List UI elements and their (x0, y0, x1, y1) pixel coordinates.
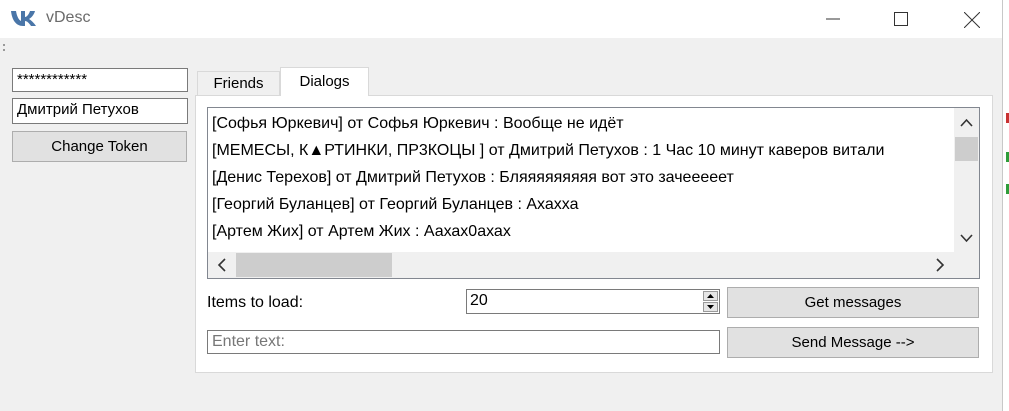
minimize-button[interactable] (810, 0, 856, 38)
user-name-field[interactable]: Дмитрий Петухов (12, 98, 188, 124)
tab-friends[interactable]: Friends (197, 71, 280, 95)
scroll-right-button[interactable] (926, 252, 954, 278)
chevron-left-icon (217, 258, 226, 272)
send-message-button[interactable]: Send Message --> (727, 327, 979, 358)
vertical-scrollbar[interactable] (954, 108, 979, 253)
list-item[interactable]: [Денис Терехов] от Дмитрий Петухов : Бля… (212, 168, 734, 188)
chevron-right-icon (936, 258, 945, 272)
window-title: vDesc (46, 9, 91, 26)
list-item[interactable]: [Георгий Буланцев] от Георгий Буланцев :… (212, 195, 579, 215)
scroll-up-button[interactable] (954, 108, 979, 138)
close-button[interactable] (948, 0, 994, 38)
maximize-icon (894, 12, 908, 26)
triangle-down-icon (707, 305, 714, 309)
horizontal-scrollbar[interactable] (208, 252, 954, 278)
message-input-placeholder: Enter text: (212, 333, 285, 350)
app-window: vDesc ************ Дмитрий Петухов Chang… (0, 0, 1003, 411)
close-icon (964, 12, 980, 28)
scroll-left-button[interactable] (208, 252, 236, 278)
list-item[interactable]: [Артем Жих] от Артем Жих : Аахах0ахах (212, 222, 511, 242)
list-item[interactable]: [МЕМЕСЫ, К▲РТИНКИ, ПР3КОЦЫ ] от Дмитрий … (212, 141, 884, 161)
token-field[interactable]: ************ (12, 68, 188, 92)
resize-grip-icon (3, 44, 5, 51)
chevron-down-icon (960, 234, 973, 243)
scroll-down-button[interactable] (954, 223, 979, 253)
triangle-up-icon (707, 294, 714, 298)
scrollbar-corner (954, 253, 979, 278)
title-bar[interactable]: vDesc (0, 0, 1002, 38)
chevron-up-icon (960, 118, 973, 127)
spin-up-button[interactable] (703, 291, 718, 301)
message-input[interactable]: Enter text: (207, 330, 720, 354)
items-to-load-spinbox[interactable]: 20 (466, 289, 720, 314)
spin-down-button[interactable] (703, 302, 718, 312)
maximize-button[interactable] (878, 0, 924, 38)
minimize-icon (826, 18, 840, 20)
dialogs-list[interactable]: [Софья Юркевич] от Софья Юркевич : Вообщ… (207, 107, 980, 279)
list-item[interactable]: [Софья Юркевич] от Софья Юркевич : Вообщ… (212, 114, 624, 134)
horizontal-scroll-thumb[interactable] (236, 253, 392, 277)
change-token-button[interactable]: Change Token (12, 131, 187, 162)
tab-dialogs[interactable]: Dialogs (280, 67, 369, 96)
get-messages-button[interactable]: Get messages (727, 287, 979, 318)
items-to-load-label: Items to load: (207, 294, 304, 311)
vertical-scroll-thumb[interactable] (955, 137, 978, 161)
vk-logo-icon (11, 11, 36, 26)
items-to-load-value[interactable]: 20 (470, 292, 488, 310)
